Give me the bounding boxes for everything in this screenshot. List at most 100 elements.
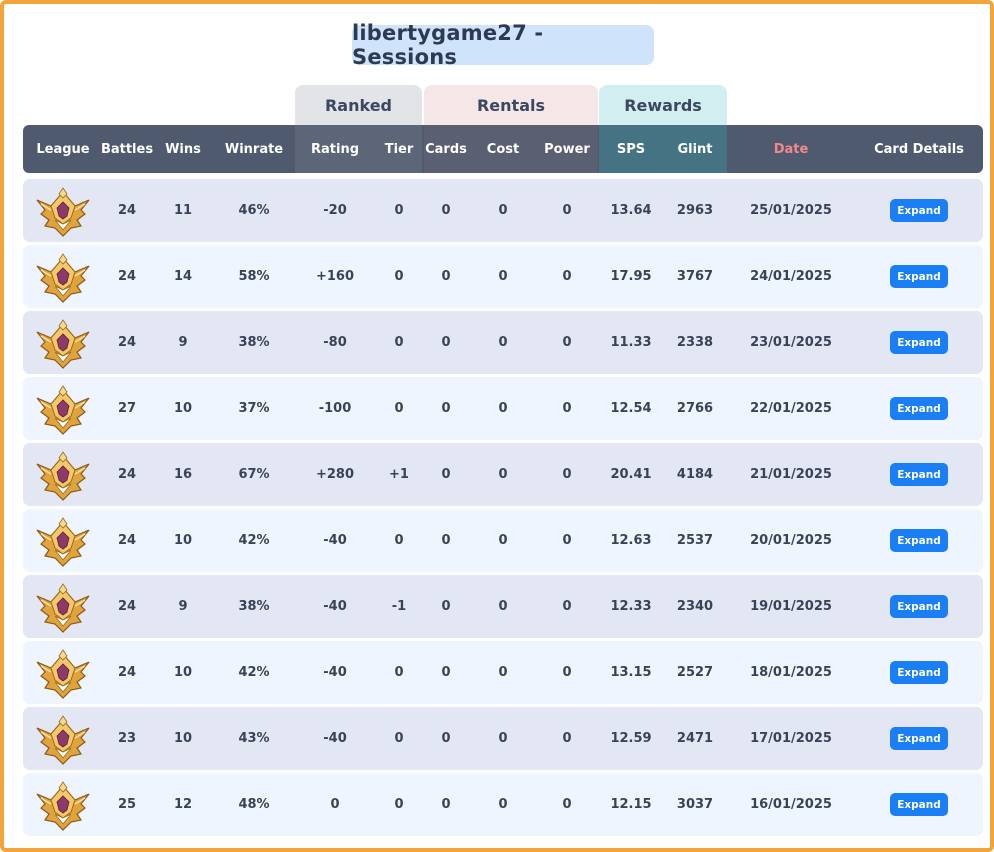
cell-battles: 27 <box>117 401 137 416</box>
cell-power: 0 <box>562 797 572 812</box>
header-rating: Rating <box>310 141 359 157</box>
cell-wins: 16 <box>173 467 193 482</box>
cell-glint: 2766 <box>676 401 714 416</box>
page-title: libertygame27 - Sessions <box>352 21 654 69</box>
cell-rating: -40 <box>323 731 347 746</box>
expand-button[interactable]: Expand <box>890 397 948 420</box>
cell-power: 0 <box>562 467 572 482</box>
cell-date: 25/01/2025 <box>750 203 832 218</box>
expand-button[interactable]: Expand <box>890 199 948 222</box>
cell-cards: 0 <box>441 533 451 548</box>
header-cards: Cards <box>425 141 467 157</box>
cell-wins: 11 <box>173 203 193 218</box>
cell-cost: 0 <box>498 335 508 350</box>
cell-wins: 10 <box>173 731 193 746</box>
table-row: 27 10 37% -100 0 0 0 0 12.54 2766 22/01/… <box>23 377 983 440</box>
cell-winrate: 46% <box>238 203 270 218</box>
cell-sps: 12.59 <box>610 731 652 746</box>
cell-glint: 3767 <box>676 269 714 284</box>
header-glint: Glint <box>677 141 713 157</box>
gold-league-badge-icon <box>36 649 90 699</box>
header-battles: Battles <box>100 141 154 157</box>
cell-winrate: 58% <box>238 269 270 284</box>
cell-battles: 24 <box>117 599 137 614</box>
cell-battles: 24 <box>117 533 137 548</box>
cell-cards: 0 <box>441 335 451 350</box>
cell-rating: -80 <box>323 335 347 350</box>
cell-power: 0 <box>562 203 572 218</box>
cell-cost: 0 <box>498 665 508 680</box>
cell-wins: 10 <box>173 533 193 548</box>
cell-battles: 23 <box>117 731 137 746</box>
cell-cost: 0 <box>498 533 508 548</box>
cell-rating: -100 <box>318 401 352 416</box>
header-cost: Cost <box>486 141 520 157</box>
cell-cards: 0 <box>441 269 451 284</box>
cell-rating: +160 <box>315 269 355 284</box>
cell-battles: 25 <box>117 797 137 812</box>
cell-cost: 0 <box>498 203 508 218</box>
cell-power: 0 <box>562 731 572 746</box>
cell-rating: 0 <box>330 797 340 812</box>
cell-cost: 0 <box>498 797 508 812</box>
expand-button[interactable]: Expand <box>890 793 948 816</box>
cell-tier: 0 <box>394 335 404 350</box>
header-power: Power <box>544 141 590 157</box>
header-wins: Wins <box>165 141 201 157</box>
cell-battles: 24 <box>117 269 137 284</box>
cell-glint: 4184 <box>676 467 714 482</box>
cell-cards: 0 <box>441 797 451 812</box>
cell-date: 21/01/2025 <box>750 467 832 482</box>
gold-league-badge-icon <box>36 583 90 633</box>
cell-power: 0 <box>562 335 572 350</box>
expand-button[interactable]: Expand <box>890 661 948 684</box>
cell-sps: 13.15 <box>610 665 652 680</box>
table-row: 24 9 38% -40 -1 0 0 0 12.33 2340 19/01/2… <box>23 575 983 638</box>
expand-button[interactable]: Expand <box>890 463 948 486</box>
cell-winrate: 42% <box>238 533 270 548</box>
expand-button[interactable]: Expand <box>890 265 948 288</box>
table-row: 24 11 46% -20 0 0 0 0 13.64 2963 25/01/2… <box>23 179 983 242</box>
expand-button[interactable]: Expand <box>890 727 948 750</box>
cell-cost: 0 <box>498 731 508 746</box>
gold-league-badge-icon <box>36 319 90 369</box>
cell-date: 23/01/2025 <box>750 335 832 350</box>
cell-date: 17/01/2025 <box>750 731 832 746</box>
cell-sps: 20.41 <box>610 467 652 482</box>
cell-sps: 11.33 <box>610 335 652 350</box>
header-winrate: Winrate <box>224 141 284 157</box>
cell-date: 16/01/2025 <box>750 797 832 812</box>
cell-rating: +280 <box>315 467 355 482</box>
cell-battles: 24 <box>117 665 137 680</box>
gold-league-badge-icon <box>36 451 90 501</box>
page-frame: libertygame27 - Sessions Ranked Rentals … <box>0 0 994 852</box>
cell-winrate: 38% <box>238 335 270 350</box>
header-tier: Tier <box>384 141 414 157</box>
cell-wins: 9 <box>178 599 188 614</box>
gold-league-badge-icon <box>36 781 90 831</box>
table-header: League Battles Wins Winrate Rating Tier … <box>23 125 983 173</box>
cell-wins: 14 <box>173 269 193 284</box>
cell-tier: 0 <box>394 797 404 812</box>
cell-cards: 0 <box>441 731 451 746</box>
expand-button[interactable]: Expand <box>890 529 948 552</box>
cell-glint: 2471 <box>676 731 714 746</box>
gold-league-badge-icon <box>36 715 90 765</box>
cell-power: 0 <box>562 533 572 548</box>
cell-cards: 0 <box>441 401 451 416</box>
cell-sps: 12.63 <box>610 533 652 548</box>
cell-battles: 24 <box>117 467 137 482</box>
cell-battles: 24 <box>117 335 137 350</box>
header-date[interactable]: Date <box>727 125 855 173</box>
cell-tier: 0 <box>394 665 404 680</box>
cell-wins: 10 <box>173 665 193 680</box>
cell-sps: 12.54 <box>610 401 652 416</box>
cell-winrate: 42% <box>238 665 270 680</box>
cell-cards: 0 <box>441 203 451 218</box>
cell-glint: 3037 <box>676 797 714 812</box>
cell-cost: 0 <box>498 599 508 614</box>
cell-rating: -40 <box>323 665 347 680</box>
expand-button[interactable]: Expand <box>890 331 948 354</box>
expand-button[interactable]: Expand <box>890 595 948 618</box>
cell-wins: 10 <box>173 401 193 416</box>
